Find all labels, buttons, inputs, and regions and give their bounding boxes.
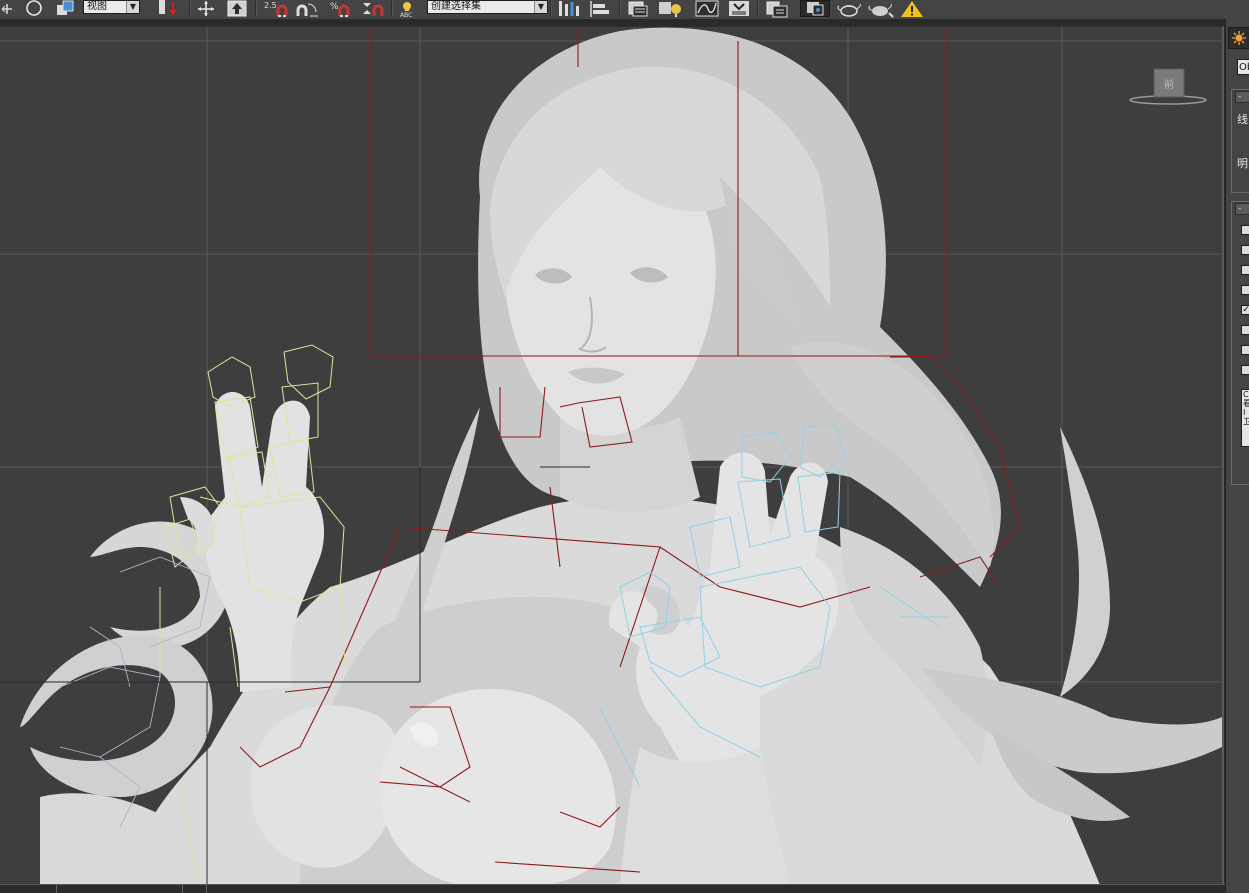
toolbar-divider [391, 1, 393, 16]
chevron-down-icon: ▼ [534, 1, 547, 13]
render-teapot-icon[interactable] [834, 0, 864, 17]
view-dropdown-value: 视图 [87, 1, 107, 12]
main-toolbar: 视图 ▼ 2.5 % ABC 创建选择集 ▼ [0, 0, 1249, 20]
toolbar-divider [255, 1, 257, 16]
chevron-down-icon: ▼ [126, 1, 139, 13]
info-textbox[interactable]: C 看 I 卫 [1241, 389, 1249, 447]
abc-label: ABC [400, 12, 412, 18]
curve-editor-icon[interactable] [692, 0, 722, 17]
checkbox-4[interactable] [1241, 285, 1249, 295]
schematic-view-icon[interactable] [725, 0, 753, 17]
checkbox-7[interactable] [1241, 345, 1249, 355]
select-and-manipulate-icon[interactable] [225, 0, 249, 17]
rollout-label-1: 线 [1237, 113, 1248, 126]
checkbox-3[interactable] [1241, 265, 1249, 275]
scene-explorer-icon[interactable] [655, 0, 685, 17]
sun-icon [1232, 31, 1246, 45]
circle-selection-icon[interactable] [22, 0, 46, 17]
create-tab[interactable] [1228, 27, 1249, 49]
character-mesh[interactable] [20, 27, 1222, 885]
rollout-1 [1231, 89, 1249, 193]
viewcube-face-label: 前 [1164, 78, 1174, 91]
edit-named-selection-icon[interactable]: ABC [396, 0, 420, 18]
percent-snap-icon[interactable]: % [328, 0, 356, 17]
move-icon[interactable] [194, 0, 218, 17]
render-setup-icon[interactable] [800, 0, 830, 17]
percent-snap-label: % [330, 2, 339, 12]
toolbar-divider [619, 1, 621, 16]
window-crossing-icon[interactable] [54, 0, 78, 17]
perspective-viewport[interactable]: 前 [0, 26, 1224, 885]
rollout-label-2: 明 [1237, 157, 1248, 170]
select-arrow-icon[interactable] [0, 0, 14, 17]
object-type-value: Ob [1239, 62, 1249, 73]
rollout-collapse-button[interactable]: - [1235, 91, 1249, 103]
snap-2d-label: 2.5 [264, 1, 277, 10]
angle-snap-icon[interactable] [294, 0, 322, 17]
snaps-toggle-icon[interactable]: 2.5 [260, 0, 292, 17]
quick-render-teapot-icon[interactable] [866, 0, 896, 18]
object-type-field[interactable]: Ob [1237, 59, 1249, 75]
viewcube[interactable]: 前 [1128, 67, 1208, 109]
layer-manager-icon[interactable] [624, 0, 652, 17]
toolbar-divider [550, 1, 552, 16]
minus-icon: - [1238, 92, 1242, 102]
reference-coordinate-dropdown[interactable]: 视图 ▼ [83, 0, 140, 14]
warning-icon[interactable] [898, 0, 926, 17]
checkbox-1[interactable] [1241, 225, 1249, 235]
toolbar-divider [189, 1, 191, 16]
minus-icon: - [1238, 204, 1242, 214]
align-icon[interactable] [587, 0, 615, 17]
named-selection-sets-dropdown[interactable]: 创建选择集 ▼ [427, 0, 548, 14]
checkbox-6[interactable] [1241, 325, 1249, 335]
checkbox-2[interactable] [1241, 245, 1249, 255]
material-editor-icon[interactable] [762, 0, 792, 17]
selection-set-value: 创建选择集 [431, 1, 481, 12]
checkbox-5-checked[interactable]: ✓ [1241, 305, 1249, 315]
check-icon: ✓ [1242, 306, 1249, 314]
rollout-collapse-button[interactable]: - [1235, 203, 1249, 215]
mirror-icon[interactable] [555, 0, 583, 17]
checkbox-8[interactable] [1241, 365, 1249, 375]
spinner-snap-icon[interactable] [360, 0, 386, 17]
toolbar-divider [757, 1, 759, 16]
viewport-scene [0, 27, 1222, 885]
command-panel: Ob - 线 明 - ✓ C 看 I 卫 [1225, 19, 1249, 892]
pivot-center-icon[interactable] [154, 0, 184, 17]
